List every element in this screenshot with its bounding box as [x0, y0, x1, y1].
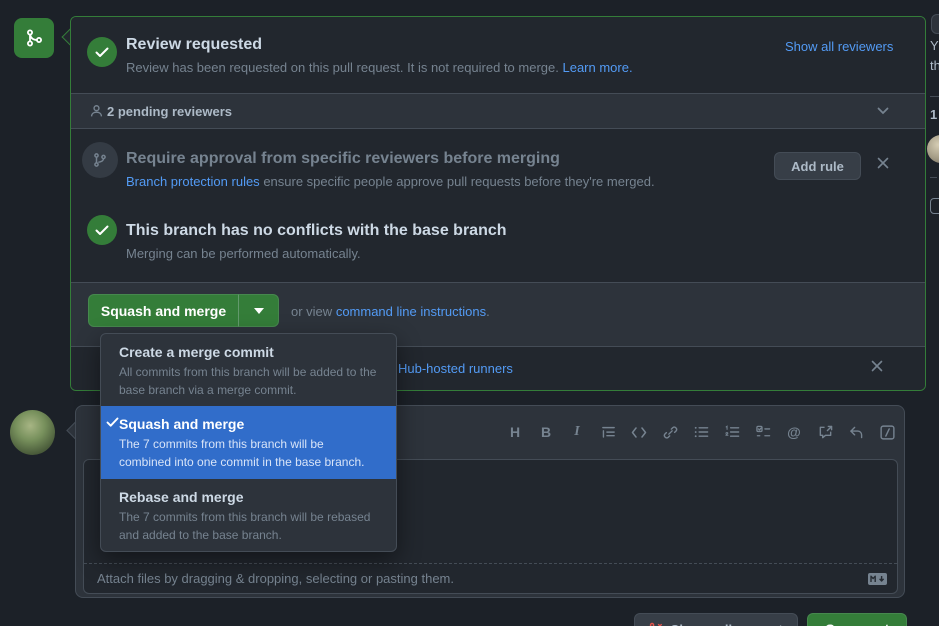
dismiss-banner-icon[interactable]	[871, 360, 883, 372]
menu-item-title: Rebase and merge	[119, 489, 380, 505]
command-line-instructions-link[interactable]: command line instructions	[336, 304, 486, 319]
check-icon	[106, 417, 119, 428]
merge-options-dropdown: Create a merge commit All commits from t…	[100, 333, 397, 552]
close-pull-request-button[interactable]: Close pull request	[634, 613, 798, 626]
sidebar-dash	[930, 177, 937, 178]
pr-closed-icon	[649, 622, 663, 626]
dismiss-protection-icon[interactable]	[877, 157, 889, 169]
add-rule-button[interactable]: Add rule	[774, 152, 861, 180]
heading-icon[interactable]: H	[507, 424, 523, 440]
menu-item-title: Create a merge commit	[119, 344, 380, 360]
learn-more-link[interactable]: Learn more.	[562, 60, 632, 75]
merge-split-button: Squash and merge	[88, 294, 279, 327]
slash-command-icon[interactable]	[879, 424, 895, 440]
git-branch-icon	[82, 142, 118, 178]
sidebar-fragment-box	[931, 14, 939, 34]
user-avatar[interactable]	[10, 410, 55, 455]
menu-item-description: The 7 commits from this branch will be c…	[119, 435, 377, 471]
check-icon	[87, 215, 117, 245]
cross-reference-icon[interactable]	[817, 424, 833, 440]
branch-protection-title: Require approval from specific reviewers…	[126, 150, 560, 168]
task-list-icon[interactable]	[755, 424, 771, 440]
ordered-list-icon[interactable]	[724, 424, 740, 440]
link-icon[interactable]	[662, 424, 678, 440]
menu-item-description: All commits from this branch will be add…	[119, 363, 377, 399]
reviewer-avatar[interactable]	[927, 135, 939, 163]
sidebar-fragment-text: th	[930, 58, 939, 73]
hosted-runners-link[interactable]: Hub-hosted runners	[398, 361, 513, 376]
branch-protection-rules-link[interactable]: Branch protection rules	[126, 174, 260, 189]
menu-item-title: Squash and merge	[119, 416, 380, 432]
chevron-down-icon[interactable]	[877, 107, 889, 115]
menu-item-create-merge-commit[interactable]: Create a merge commit All commits from t…	[101, 334, 396, 406]
menu-item-rebase-and-merge[interactable]: Rebase and merge The 7 commits from this…	[101, 479, 396, 551]
sidebar-divider	[930, 96, 939, 97]
person-icon	[89, 103, 104, 119]
markdown-icon[interactable]	[868, 573, 887, 585]
pending-reviewers-label: 2 pending reviewers	[107, 104, 232, 119]
show-all-reviewers-link[interactable]: Show all reviewers	[785, 39, 893, 54]
attach-files-hint: Attach files by dragging & dropping, sel…	[97, 571, 454, 586]
conflicts-description: Merging can be performed automatically.	[126, 246, 361, 261]
attach-files-bar[interactable]: Attach files by dragging & dropping, sel…	[84, 563, 897, 593]
quote-icon[interactable]	[600, 424, 616, 440]
reply-icon[interactable]	[848, 424, 864, 440]
markdown-toolbar: H B I @	[507, 424, 895, 440]
unordered-list-icon[interactable]	[693, 424, 709, 440]
review-requested-section	[71, 17, 925, 93]
check-icon	[87, 37, 117, 67]
review-requested-title: Review requested	[126, 36, 262, 54]
conflicts-section	[71, 205, 925, 282]
pr-merge-page: Review requested Review has been request…	[0, 0, 939, 626]
sidebar-icon	[930, 198, 939, 214]
bold-icon[interactable]: B	[538, 424, 554, 440]
sidebar-count: 1	[930, 107, 937, 122]
squash-and-merge-button[interactable]: Squash and merge	[88, 294, 238, 327]
cli-instructions-text: or view command line instructions.	[291, 304, 490, 319]
italic-icon[interactable]: I	[569, 424, 585, 440]
menu-item-description: The 7 commits from this branch will be r…	[119, 508, 377, 544]
merge-options-caret-button[interactable]	[238, 294, 279, 327]
menu-item-squash-and-merge[interactable]: Squash and merge The 7 commits from this…	[101, 406, 396, 479]
conflicts-title: This branch has no conflicts with the ba…	[126, 222, 507, 240]
mention-icon[interactable]: @	[786, 424, 802, 440]
review-requested-description: Review has been requested on this pull r…	[126, 60, 633, 75]
comment-button[interactable]: Comment	[807, 613, 907, 626]
code-icon[interactable]	[631, 424, 647, 440]
git-merge-icon	[14, 18, 54, 58]
branch-protection-description: Branch protection rules ensure specific …	[126, 174, 655, 189]
sidebar-fragment-text: Y	[930, 38, 939, 53]
